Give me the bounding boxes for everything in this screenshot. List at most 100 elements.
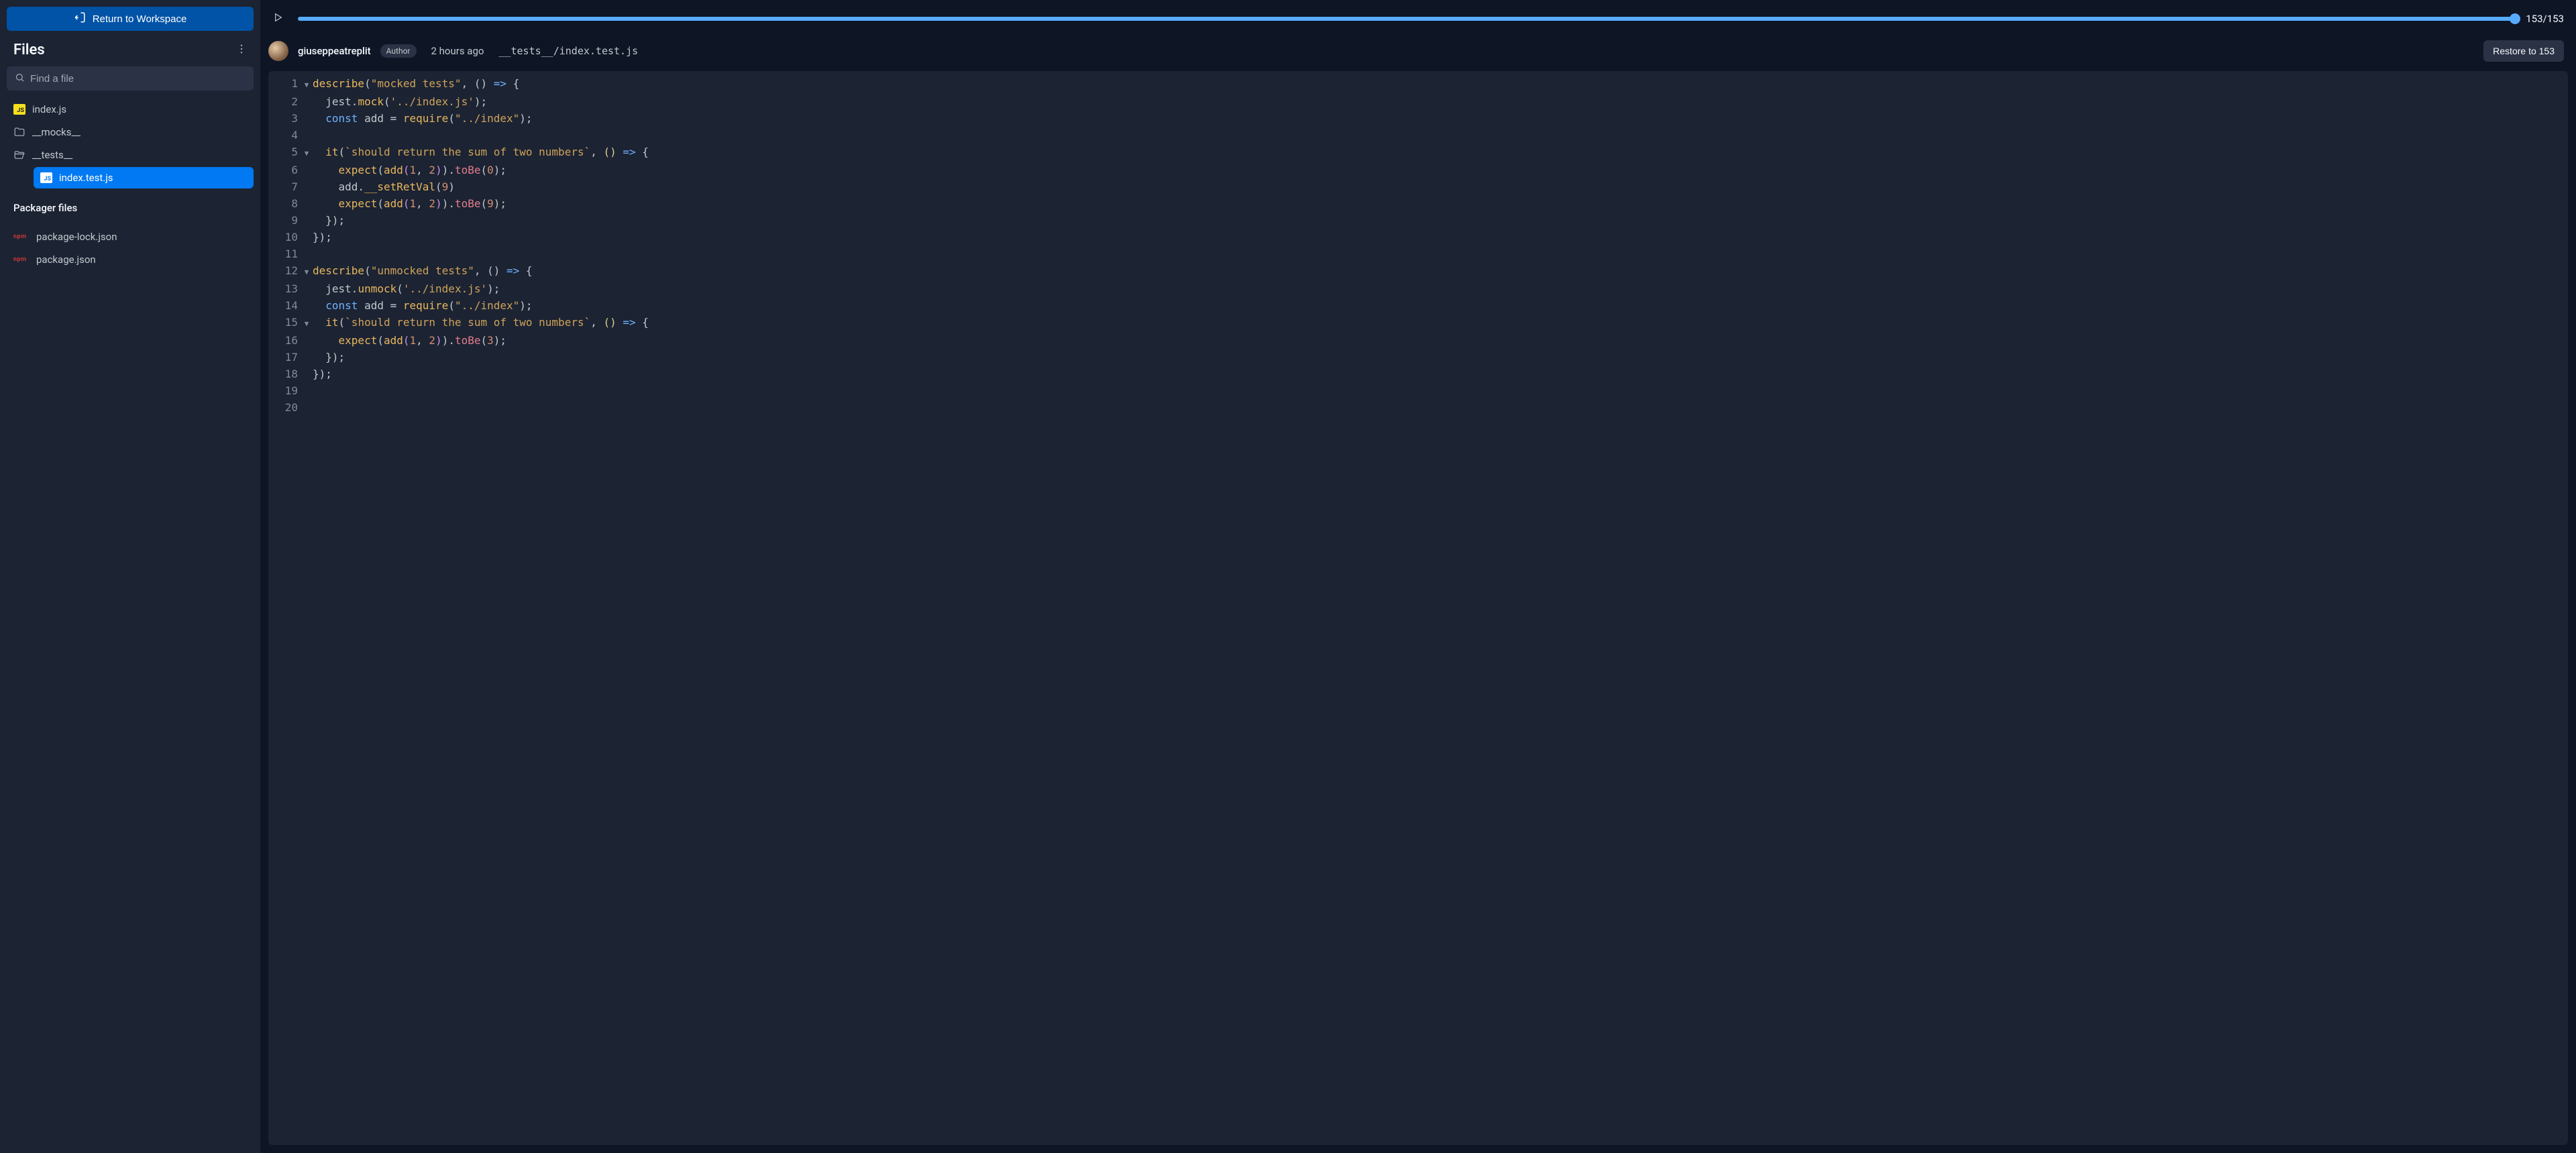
code-line: 19 (268, 382, 2568, 399)
fold-marker (301, 178, 313, 195)
restore-button[interactable]: Restore to 153 (2483, 40, 2564, 62)
fold-marker[interactable]: ▼ (301, 262, 313, 280)
folder-item--tests-[interactable]: __tests__ (7, 144, 254, 166)
file-item-index-js[interactable]: JSindex.js (7, 99, 254, 120)
code-content: it(`should return the sum of two numbers… (313, 144, 649, 162)
code-content: expect(add(1, 2)).toBe(9); (313, 195, 506, 212)
line-number: 2 (268, 93, 301, 110)
line-number: 16 (268, 332, 301, 349)
code-line: 18}); (268, 366, 2568, 382)
fold-marker[interactable]: ▼ (301, 314, 313, 332)
code-line: 3 const add = require("../index"); (268, 110, 2568, 127)
main-panel: 153/153 giuseppeatreplit Author 2 hours … (260, 0, 2576, 1153)
code-line: 8 expect(add(1, 2)).toBe(9); (268, 195, 2568, 212)
code-content: }); (313, 349, 345, 366)
avatar (268, 41, 288, 61)
code-content: }); (313, 366, 332, 382)
tree-item-label: __tests__ (32, 149, 72, 161)
fold-marker (301, 349, 313, 366)
code-line: 12▼describe("unmocked tests", () => { (268, 262, 2568, 280)
return-label: Return to Workspace (93, 13, 187, 25)
tree-item-label: index.js (32, 103, 66, 115)
files-header: Files (7, 35, 254, 62)
fold-marker (301, 93, 313, 110)
code-line: 9 }); (268, 212, 2568, 229)
fold-marker (301, 382, 313, 399)
line-number: 14 (268, 297, 301, 314)
line-number: 3 (268, 110, 301, 127)
fold-marker (301, 127, 313, 144)
code-content: jest.unmock('../index.js'); (313, 280, 500, 297)
packager-file-package-json[interactable]: npm package.json (7, 249, 254, 270)
code-content: const add = require("../index"); (313, 297, 533, 314)
line-number: 20 (268, 399, 301, 416)
line-number: 15 (268, 314, 301, 332)
code-content: }); (313, 229, 332, 245)
fold-marker[interactable]: ▼ (301, 144, 313, 162)
fold-marker (301, 399, 313, 416)
code-line: 15▼ it(`should return the sum of two num… (268, 314, 2568, 332)
code-content: expect(add(1, 2)).toBe(3); (313, 332, 506, 349)
line-number: 12 (268, 262, 301, 280)
fold-marker (301, 245, 313, 262)
files-menu-button[interactable] (233, 42, 250, 58)
kebab-icon (235, 43, 248, 58)
folder-item--mocks-[interactable]: __mocks__ (7, 121, 254, 143)
files-heading: Files (13, 42, 45, 58)
search-input[interactable] (30, 73, 246, 85)
code-content: describe("mocked tests", () => { (313, 75, 519, 93)
line-number: 1 (268, 75, 301, 93)
search-icon (15, 72, 25, 85)
fold-marker (301, 195, 313, 212)
tree-item-label: package.json (36, 254, 96, 266)
folder-icon (13, 126, 25, 138)
code-editor[interactable]: 1▼describe("mocked tests", () => {2 jest… (268, 71, 2568, 1145)
play-button[interactable] (268, 9, 287, 28)
code-line: 13 jest.unmock('../index.js'); (268, 280, 2568, 297)
author-name: giuseppeatreplit (298, 45, 371, 57)
code-line: 14 const add = require("../index"); (268, 297, 2568, 314)
line-number: 19 (268, 382, 301, 399)
tree-item-label: index.test.js (59, 172, 113, 184)
code-line: 11 (268, 245, 2568, 262)
line-number: 13 (268, 280, 301, 297)
file-item-index-test-js[interactable]: JSindex.test.js (34, 167, 254, 188)
fold-marker (301, 162, 313, 178)
file-tree: JSindex.js __mocks__ __tests__ JSindex.test… (7, 99, 254, 188)
fold-marker (301, 229, 313, 245)
code-line: 10}); (268, 229, 2568, 245)
file-path: __tests__/index.test.js (498, 45, 638, 57)
packager-tree: npmpackage-lock.json npm package.json (7, 226, 254, 270)
npm-file-icon: npm (13, 256, 30, 263)
fold-marker (301, 212, 313, 229)
line-number: 18 (268, 366, 301, 382)
timeline-thumb[interactable] (2510, 13, 2520, 24)
code-line: 2 jest.mock('../index.js'); (268, 93, 2568, 110)
code-line: 1▼describe("mocked tests", () => { (268, 75, 2568, 93)
code-line: 6 expect(add(1, 2)).toBe(0); (268, 162, 2568, 178)
fold-marker (301, 332, 313, 349)
line-number: 9 (268, 212, 301, 229)
line-number: 7 (268, 178, 301, 195)
file-search[interactable] (7, 66, 254, 91)
commit-age: 2 hours ago (431, 45, 484, 57)
tree-item-label: __mocks__ (32, 126, 80, 138)
code-content: describe("unmocked tests", () => { (313, 262, 533, 280)
history-timeline: 153/153 (260, 0, 2576, 28)
return-to-workspace-button[interactable]: Return to Workspace (7, 7, 254, 31)
code-content: it(`should return the sum of two numbers… (313, 314, 649, 332)
packager-file-package-lock-json[interactable]: npmpackage-lock.json (7, 226, 254, 248)
fold-marker (301, 280, 313, 297)
code-content: add.__setRetVal(9) (313, 178, 455, 195)
code-content: }); (313, 212, 345, 229)
author-badge: Author (380, 44, 417, 58)
play-icon (272, 12, 283, 25)
fold-marker[interactable]: ▼ (301, 75, 313, 93)
code-content: const add = require("../index"); (313, 110, 533, 127)
return-icon (74, 11, 86, 26)
fold-marker (301, 110, 313, 127)
code-line: 5▼ it(`should return the sum of two numb… (268, 144, 2568, 162)
code-line: 4 (268, 127, 2568, 144)
line-number: 4 (268, 127, 301, 144)
timeline-track[interactable] (298, 17, 2515, 21)
